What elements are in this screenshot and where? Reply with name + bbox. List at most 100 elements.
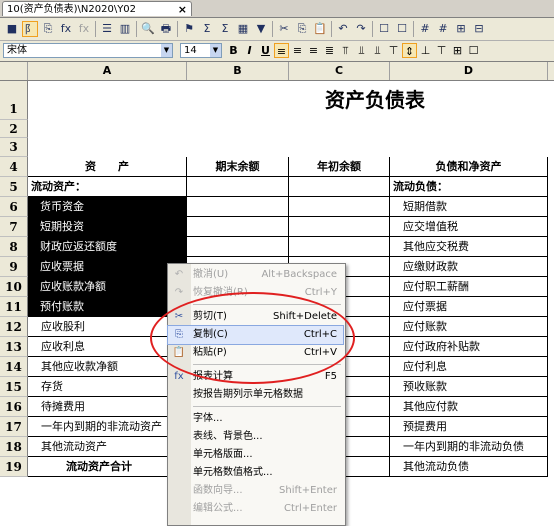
row-header-11[interactable]: 11	[0, 297, 28, 317]
cell-a-9[interactable]: 应收票据	[28, 257, 187, 277]
cell-a-13[interactable]: 应收利息	[28, 337, 187, 357]
cell-a-12[interactable]: 应收股利	[28, 317, 187, 337]
cell-a-14[interactable]: 其他应收款净额	[28, 357, 187, 377]
cell-d-19[interactable]: 其他流动负债	[390, 457, 548, 477]
row-header-14[interactable]: 14	[0, 357, 28, 377]
print-preview-icon[interactable]: 🔍	[140, 21, 156, 37]
box-icon[interactable]: ☐	[376, 21, 392, 37]
cell-a-10[interactable]: 应收账款净额	[28, 277, 187, 297]
cell-c-7[interactable]	[289, 217, 390, 237]
border-button[interactable]: ⊞	[450, 43, 465, 58]
menu-item-2[interactable]: ✂ 剪切(T) Shift+Delete	[168, 308, 343, 326]
outline-button[interactable]: ☐	[466, 43, 481, 58]
cell-b-7[interactable]	[187, 217, 289, 237]
document-tab[interactable]: 10(资产负债表)\N2020\Y02 ×	[2, 1, 192, 16]
row-header-17[interactable]: 17	[0, 417, 28, 437]
columns-icon[interactable]: ☰	[99, 21, 115, 37]
cell-d-17[interactable]: 预提费用	[390, 417, 548, 437]
row-header-13[interactable]: 13	[0, 337, 28, 357]
menu-item-10[interactable]: 单元格数值格式...	[168, 464, 343, 482]
menu-item-4[interactable]: 📋 粘贴(P) Ctrl+V	[168, 344, 343, 362]
disabled-function-icon[interactable]: fx	[76, 21, 92, 37]
cell-a-5[interactable]: 流动资产：	[28, 177, 187, 197]
column-header-d[interactable]: D	[390, 62, 548, 80]
cell-d-18[interactable]: 一年内到期的非流动负债	[390, 437, 548, 457]
align-left-button[interactable]: ≡	[274, 43, 289, 58]
row-header-12[interactable]: 12	[0, 317, 28, 337]
paste-icon[interactable]: 📋	[312, 21, 328, 37]
header-cell-c[interactable]: 年初余额	[289, 157, 390, 177]
cell-d-13[interactable]: 应付政府补贴款	[390, 337, 548, 357]
row-header-3[interactable]: 3	[0, 138, 28, 157]
header-cell-d[interactable]: 负债和净资产	[390, 157, 548, 177]
cell-d-6[interactable]: 短期借款	[390, 197, 548, 217]
close-tab-icon[interactable]: ×	[178, 2, 187, 17]
print-icon[interactable]: 🖶	[158, 21, 174, 37]
vcenter-button[interactable]: ⇕	[402, 43, 417, 58]
header-cell-b[interactable]: 期末余额	[187, 157, 289, 177]
copy-doc-icon[interactable]: ⎘	[40, 21, 56, 37]
row-header-15[interactable]: 15	[0, 377, 28, 397]
cell-a-15[interactable]: 存货	[28, 377, 187, 397]
row-header-9[interactable]: 9	[0, 257, 28, 277]
underline-button[interactable]: U	[258, 43, 273, 58]
row-header-7[interactable]: 7	[0, 217, 28, 237]
cell-a-7[interactable]: 短期投资	[28, 217, 187, 237]
row-header-2[interactable]: 2	[0, 120, 28, 138]
align-top-button[interactable]: ⫪	[338, 43, 353, 58]
cell-a-8[interactable]: 财政应返还额度	[28, 237, 187, 257]
layout-icon[interactable]: ▥	[117, 21, 133, 37]
column-header-a[interactable]: A	[28, 62, 187, 80]
column-header-b[interactable]: B	[187, 62, 289, 80]
menu-item-6[interactable]: 按报告期列示单元格数据	[168, 386, 343, 404]
cell-c-6[interactable]	[289, 197, 390, 217]
cell-a-19[interactable]: 流动资产合计	[28, 457, 187, 477]
cell-b-6[interactable]	[187, 197, 289, 217]
align-bottom-button[interactable]: ⫫	[370, 43, 385, 58]
cut-icon[interactable]: ✂	[276, 21, 292, 37]
sum-icon[interactable]: Σ	[217, 21, 233, 37]
redo-icon[interactable]: ↷	[353, 21, 369, 37]
cell-d-16[interactable]: 其他应付款	[390, 397, 548, 417]
box2-icon[interactable]: ☐	[394, 21, 410, 37]
corner-cell[interactable]	[0, 62, 28, 80]
bold-button[interactable]: B	[226, 43, 241, 58]
font-size-select[interactable]: 14 ▼	[180, 43, 222, 58]
cell-d-15[interactable]: 预收账款	[390, 377, 548, 397]
cell-b-5[interactable]	[187, 177, 289, 197]
cell-d-10[interactable]: 应付职工薪酬	[390, 277, 548, 297]
row-header-19[interactable]: 19	[0, 457, 28, 477]
font-family-select[interactable]: 宋体 ▼	[3, 43, 173, 58]
menu-item-5[interactable]: fx 报表计算 F5	[168, 368, 343, 386]
bottom-align-button[interactable]: ⊥	[418, 43, 433, 58]
cell-d-9[interactable]: 应缴财政款	[390, 257, 548, 277]
cell-c-5[interactable]	[289, 177, 390, 197]
row-header-1[interactable]: 1	[0, 81, 28, 120]
menu-item-8[interactable]: 表线、背景色...	[168, 428, 343, 446]
menu-item-9[interactable]: 单元格版面...	[168, 446, 343, 464]
cell-b-8[interactable]	[187, 237, 289, 257]
row-header-6[interactable]: 6	[0, 197, 28, 217]
formula-icon[interactable]: ⚑	[181, 21, 197, 37]
highlight-icon[interactable]: 阝	[22, 21, 38, 37]
menu-item-7[interactable]: 字体...	[168, 410, 343, 428]
filter-icon[interactable]: ▼	[253, 21, 269, 37]
top-align-button[interactable]: ⊤	[434, 43, 449, 58]
grid-icon[interactable]: #	[417, 21, 433, 37]
row-header-10[interactable]: 10	[0, 277, 28, 297]
wrap-button[interactable]: ⊤	[386, 43, 401, 58]
cell-d-11[interactable]: 应付票据	[390, 297, 548, 317]
header-cell-a[interactable]: 资 产	[28, 157, 187, 177]
cell-d-5[interactable]: 流动负债：	[390, 177, 548, 197]
chevron-down-icon[interactable]: ▼	[210, 44, 221, 57]
row-header-4[interactable]: 4	[0, 157, 28, 177]
cell-c-8[interactable]	[289, 237, 390, 257]
undo-icon[interactable]: ↶	[335, 21, 351, 37]
merge-icon[interactable]: ⊞	[453, 21, 469, 37]
cell-a-6[interactable]: 货币资金	[28, 197, 187, 217]
column-header-c[interactable]: C	[289, 62, 390, 80]
function-icon[interactable]: fx	[58, 21, 74, 37]
save-icon[interactable]: ■	[4, 21, 20, 37]
cell-a-18[interactable]: 其他流动资产	[28, 437, 187, 457]
grid2-icon[interactable]: #	[435, 21, 451, 37]
